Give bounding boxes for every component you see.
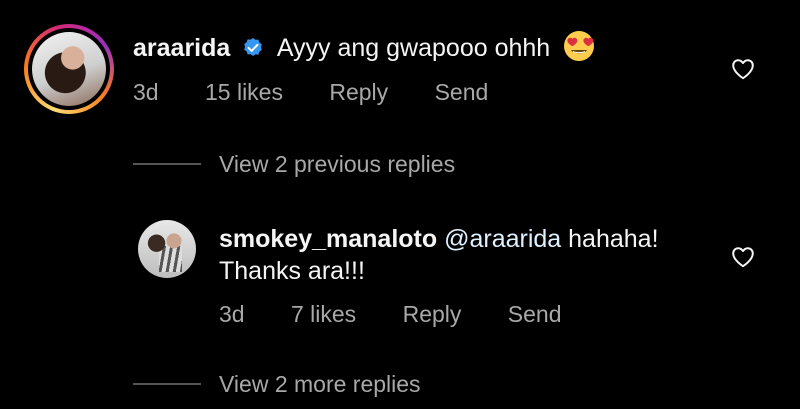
avatar-border [28,28,110,110]
reply-button[interactable]: Reply [403,301,462,327]
likes-count[interactable]: 7 likes [291,301,356,327]
verified-badge-icon [244,38,263,57]
like-heart-icon[interactable] [731,246,755,268]
like-heart-icon[interactable] [731,58,755,80]
view-more-replies-button[interactable]: View 2 more replies [133,370,421,398]
send-button[interactable]: Send [508,301,562,327]
avatar [32,32,106,106]
comment-text-line: araarida Ayyy ang gwapooo ohhh [133,31,595,65]
likes-count[interactable]: 15 likes [205,79,283,105]
comment-text-continued: Thanks ara!!! [219,257,365,285]
view-previous-replies-label: View 2 previous replies [219,151,456,177]
comment-text: Ayyy ang gwapooo ohhh [276,34,551,62]
mention-araarida[interactable]: @araarida [444,225,561,253]
replies-divider-line [133,163,201,165]
comment-text-line: smokey_manaloto @araarida hahaha! [219,224,659,254]
view-more-replies-label: View 2 more replies [219,371,421,397]
comment-age: 3d [133,79,159,105]
view-previous-replies-button[interactable]: View 2 previous replies [133,150,455,178]
reply-button[interactable]: Reply [329,79,388,105]
heart-eyes-emoji-icon [564,31,595,62]
comment-meta: 3d 7 likes Reply Send [219,300,602,328]
avatar-araarida-story-ring[interactable] [24,24,114,114]
send-button[interactable]: Send [435,79,489,105]
replies-divider-line [133,383,201,385]
comment-text-line-2: Thanks ara!!! [219,256,365,286]
comment-age: 3d [219,301,245,327]
username-smokey-manaloto[interactable]: smokey_manaloto [219,225,437,253]
comment-text: hahaha! [568,225,659,253]
comment-meta: 3d 15 likes Reply Send [133,78,528,106]
username-araarida[interactable]: araarida [133,34,230,62]
avatar-smokey-manaloto[interactable] [138,220,196,278]
